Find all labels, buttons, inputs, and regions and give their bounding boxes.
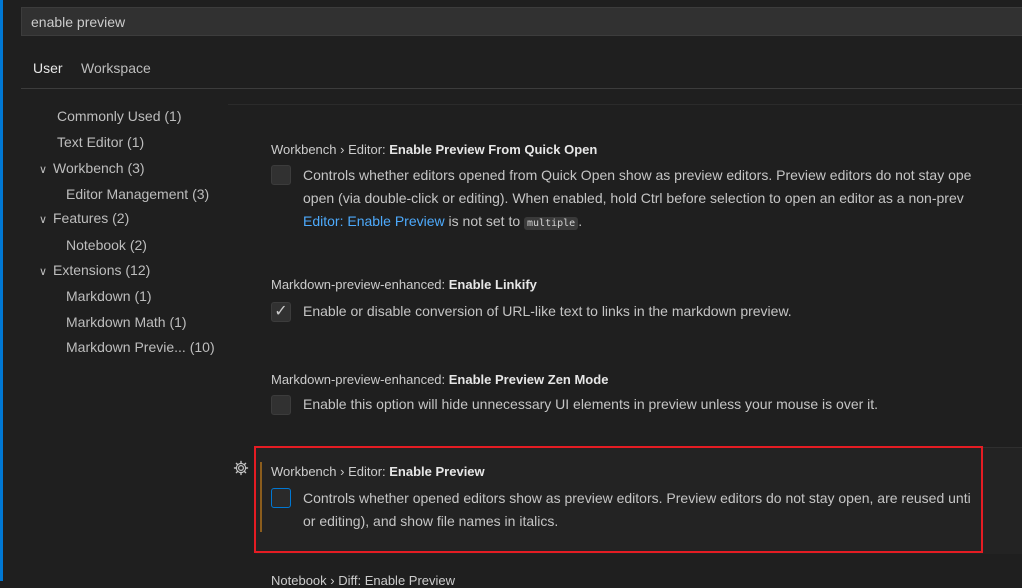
checkbox-enable-linkify[interactable]: ✓: [271, 302, 291, 322]
toc-item-commonly-used[interactable]: Commonly Used (1): [57, 108, 181, 124]
gear-icon: [233, 460, 249, 476]
toc-label: Notebook (2): [66, 237, 147, 253]
check-icon: ✓: [274, 303, 288, 320]
settings-search-input[interactable]: enable preview: [21, 7, 1022, 36]
toc-label: Text Editor (1): [57, 134, 145, 150]
toc-label: Workbench (3): [53, 160, 145, 176]
checkbox-enable-preview-from-quick-open[interactable]: [271, 165, 291, 185]
toc-label: Markdown Previe... (10): [66, 339, 215, 355]
description-line: Editor: Enable Preview is not set to mul…: [303, 210, 971, 235]
description-line: Enable or disable conversion of URL-like…: [303, 303, 792, 319]
setting-name: Enable Preview Zen Mode: [448, 372, 609, 387]
active-indicator: [0, 0, 3, 581]
checkbox-enable-preview-zen-mode[interactable]: [271, 395, 291, 415]
code-value: multiple: [524, 217, 579, 230]
setting-name: Enable Preview From Quick Open: [389, 142, 598, 157]
toc-item-markdown-preview[interactable]: Markdown Previe... (10): [66, 339, 215, 355]
toc-item-text-editor[interactable]: Text Editor (1): [57, 134, 144, 150]
description-line: open (via double-click or editing). When…: [303, 190, 964, 206]
toc-label: Markdown (1): [66, 288, 152, 304]
setting-description: Enable or disable conversion of URL-like…: [303, 300, 792, 323]
setting-category: Markdown-preview-enhanced:: [271, 372, 449, 387]
toc-item-extensions[interactable]: ∨ Extensions (12): [39, 262, 150, 278]
setting-category: Workbench › Editor:: [271, 142, 390, 157]
toc-item-notebook[interactable]: Notebook (2): [66, 237, 147, 253]
chevron-down-icon: ∨: [39, 164, 48, 176]
toc-label: Extensions (12): [53, 262, 151, 278]
toc-label: Markdown Math (1): [66, 314, 187, 330]
content-divider: [228, 104, 1022, 105]
gear-icon[interactable]: [233, 460, 249, 476]
setting-title-enable-linkify: Markdown-preview-enhanced: Enable Linkif…: [271, 277, 537, 292]
description-text: is not set to: [444, 213, 525, 229]
toc-item-features[interactable]: ∨ Features (2): [39, 210, 129, 226]
tab-workspace[interactable]: Workspace: [81, 60, 151, 76]
toc-label: Features (2): [53, 210, 130, 226]
toc-item-markdown[interactable]: Markdown (1): [66, 288, 152, 304]
setting-description: Enable this option will hide unnecessary…: [303, 393, 878, 416]
description-line: Enable this option will hide unnecessary…: [303, 396, 879, 412]
settings-scope-tabs: User Workspace: [21, 54, 1022, 89]
setting-title-enable-preview-zen-mode: Markdown-preview-enhanced: Enable Previe…: [271, 372, 608, 387]
chevron-down-icon: ∨: [39, 266, 48, 278]
setting-link[interactable]: Editor: Enable Preview: [303, 213, 445, 229]
setting-name: Enable Linkify: [448, 277, 537, 292]
tab-user[interactable]: User: [33, 60, 63, 76]
toc-item-markdown-math[interactable]: Markdown Math (1): [66, 314, 187, 330]
description-text: .: [578, 213, 583, 229]
toc-label: Commonly Used (1): [57, 108, 182, 124]
description-line: Controls whether editors opened from Qui…: [303, 167, 972, 183]
setting-description: Controls whether editors opened from Qui…: [303, 164, 971, 235]
highlight-annotation: [254, 446, 983, 553]
setting-category: Markdown-preview-enhanced:: [271, 277, 449, 292]
toc-item-workbench[interactable]: ∨ Workbench (3): [39, 160, 145, 176]
toc-item-editor-management[interactable]: Editor Management (3): [66, 186, 209, 202]
toc-label: Editor Management (3): [66, 186, 210, 202]
setting-title-enable-preview-from-quick-open: Workbench › Editor: Enable Preview From …: [271, 142, 597, 157]
chevron-down-icon: ∨: [39, 214, 48, 226]
